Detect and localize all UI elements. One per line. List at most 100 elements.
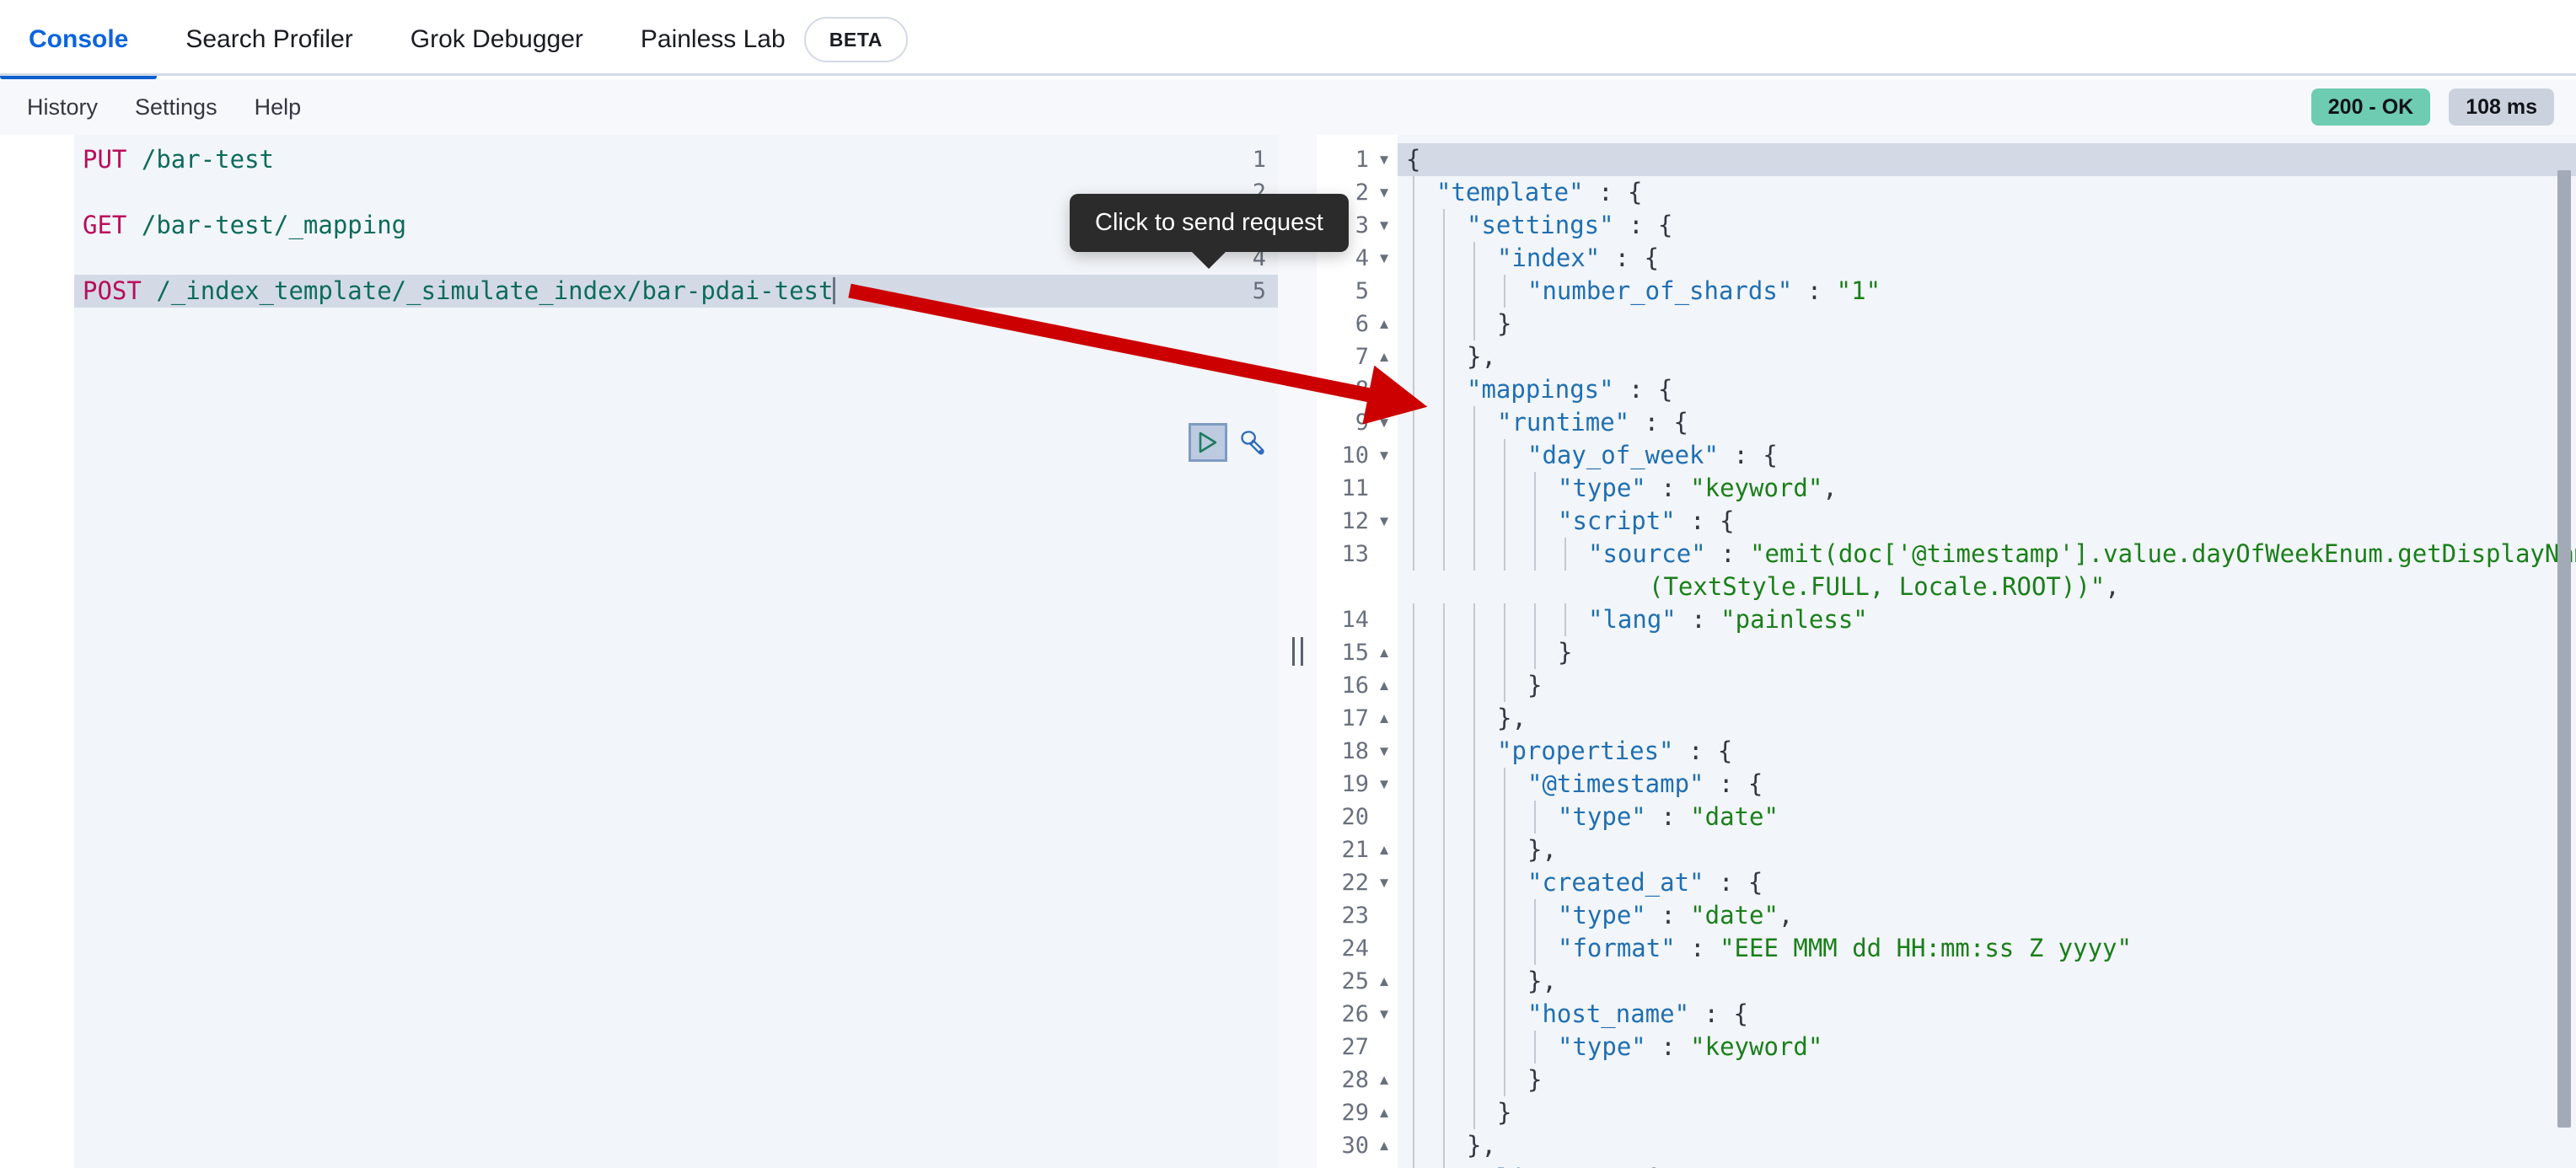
json-separator: :: [1614, 211, 1658, 239]
json-punctuation: }: [1527, 671, 1542, 699]
fold-collapse-icon[interactable]: ▼: [1374, 406, 1394, 439]
fold-collapse-icon[interactable]: ▼: [1374, 866, 1394, 899]
json-separator: :: [1689, 999, 1733, 1028]
fold-expand-icon[interactable]: ▲: [1374, 308, 1394, 340]
response-json-line: }: [1398, 308, 1511, 340]
menu-item-history[interactable]: History: [12, 94, 113, 121]
response-line-number: 17: [1317, 702, 1369, 735]
json-punctuation: },: [1527, 967, 1557, 995]
json-punctuation: {: [1658, 211, 1672, 239]
fold-collapse-icon[interactable]: ▼: [1374, 1162, 1394, 1168]
response-json-line: "template" : {: [1398, 176, 1642, 209]
response-json-line: "type" : "keyword": [1398, 1031, 1822, 1064]
json-separator: :: [1646, 474, 1690, 502]
tab-console-label: Console: [29, 25, 128, 54]
json-punctuation: },: [1467, 342, 1496, 371]
fold-collapse-icon[interactable]: ▼: [1374, 439, 1394, 472]
fold-expand-icon[interactable]: ▲: [1374, 965, 1394, 998]
json-key: "host_name": [1527, 999, 1689, 1028]
play-triangle-icon[interactable]: [1189, 423, 1227, 462]
fold-collapse-icon[interactable]: ▼: [1374, 176, 1394, 209]
console-panes: 1PUT /bar-test23GET /bar-test/_mapping45…: [0, 135, 2576, 1168]
json-string-value: "date": [1690, 802, 1779, 831]
console-menu-bar: History Settings Help 200 - OK 108 ms: [0, 79, 2576, 135]
fold-expand-icon[interactable]: ▲: [1374, 833, 1394, 866]
response-json-line: "aliases" : {: [1398, 1162, 1658, 1168]
tab-search-profiler[interactable]: Search Profiler: [157, 0, 381, 79]
fold-collapse-icon[interactable]: ▼: [1374, 242, 1394, 275]
json-punctuation: {: [1720, 506, 1734, 535]
json-separator: :: [1646, 1032, 1690, 1061]
http-method-token: PUT: [83, 145, 126, 174]
json-punctuation: {: [1733, 999, 1747, 1028]
json-key: "settings": [1467, 211, 1614, 239]
json-punctuation: ,: [1822, 474, 1837, 502]
response-pane[interactable]: 1▼{2▼"template" : {3▼"settings" : {4▼"in…: [1317, 135, 2576, 1168]
fold-collapse-icon[interactable]: ▼: [1374, 209, 1394, 242]
response-scrollbar[interactable]: [2557, 170, 2571, 1128]
response-json-line: },: [1398, 340, 1496, 373]
json-separator: :: [1704, 868, 1748, 897]
response-active-line-highlight: [1398, 143, 2576, 176]
response-line-number: 12: [1317, 505, 1369, 538]
response-json-line: "created_at" : {: [1398, 866, 1763, 899]
json-key: "type": [1558, 802, 1646, 831]
response-json-line: }: [1398, 1096, 1511, 1129]
json-separator: :: [1584, 178, 1628, 206]
json-punctuation: {: [1658, 375, 1672, 404]
response-json-line: {: [1398, 143, 1420, 176]
json-key: "template": [1436, 178, 1584, 206]
menu-item-settings[interactable]: Settings: [120, 94, 233, 121]
fold-collapse-icon[interactable]: ▼: [1374, 735, 1394, 768]
request-editor-pane[interactable]: 1PUT /bar-test23GET /bar-test/_mapping45…: [0, 135, 1278, 1168]
http-method-token: GET: [83, 211, 126, 239]
response-line-number: 9: [1317, 406, 1369, 439]
status-badge-time: 108 ms: [2449, 88, 2554, 126]
json-key: "index": [1497, 244, 1600, 272]
tab-grok-debugger[interactable]: Grok Debugger: [382, 0, 612, 79]
fold-expand-icon[interactable]: ▲: [1374, 636, 1394, 669]
json-key: "number_of_shards": [1527, 276, 1792, 305]
request-path-token: /bar-test/_mapping: [142, 211, 406, 239]
response-line-number: 26: [1317, 998, 1369, 1031]
response-line-number: 30: [1317, 1129, 1369, 1162]
tab-console[interactable]: Console: [0, 0, 157, 79]
editor-code-line[interactable]: PUT /bar-test: [83, 143, 1278, 176]
fold-collapse-icon[interactable]: ▼: [1374, 505, 1394, 538]
json-string-value: "1": [1837, 276, 1881, 305]
fold-expand-icon[interactable]: ▲: [1374, 1096, 1394, 1129]
json-separator: :: [1676, 934, 1720, 962]
fold-collapse-icon[interactable]: ▼: [1374, 143, 1394, 176]
response-line-number: 22: [1317, 866, 1369, 899]
response-line-number: 1: [1317, 143, 1369, 176]
beta-badge: BETA: [804, 17, 908, 62]
fold-expand-icon[interactable]: ▲: [1374, 1064, 1394, 1096]
tab-grok-debugger-label: Grok Debugger: [411, 25, 583, 54]
json-separator: :: [1676, 506, 1720, 535]
json-separator: :: [1646, 901, 1690, 930]
wrench-icon[interactable]: [1236, 426, 1268, 458]
json-key: "mappings": [1467, 375, 1614, 404]
fold-expand-icon[interactable]: ▲: [1374, 669, 1394, 702]
response-json-line: "mappings" : {: [1398, 373, 1672, 406]
json-punctuation: ,: [2105, 572, 2119, 601]
editor-code-line[interactable]: POST /_index_template/_simulate_index/ba…: [83, 275, 1278, 308]
json-punctuation: }: [1527, 1065, 1542, 1094]
request-path-token: /bar-test: [142, 145, 274, 174]
response-line-number: 14: [1317, 603, 1369, 636]
fold-expand-icon[interactable]: ▲: [1374, 1129, 1394, 1162]
response-line-number: 10: [1317, 439, 1369, 472]
response-json-line: "@timestamp" : {: [1398, 768, 1763, 801]
fold-collapse-icon[interactable]: ▼: [1374, 768, 1394, 801]
fold-expand-icon[interactable]: ▲: [1374, 340, 1394, 373]
tab-painless-lab[interactable]: Painless Lab BETA: [612, 0, 936, 79]
json-punctuation: {: [1406, 145, 1420, 174]
response-line-number: 31: [1317, 1162, 1369, 1168]
json-key: "format": [1558, 934, 1676, 962]
pane-splitter[interactable]: [1278, 135, 1317, 1168]
fold-collapse-icon[interactable]: ▼: [1374, 998, 1394, 1031]
json-key: "aliases": [1467, 1164, 1599, 1168]
dev-tools-console-page: Console Search Profiler Grok Debugger Pa…: [0, 0, 2576, 1168]
fold-expand-icon[interactable]: ▲: [1374, 702, 1394, 735]
menu-item-help[interactable]: Help: [239, 94, 317, 121]
